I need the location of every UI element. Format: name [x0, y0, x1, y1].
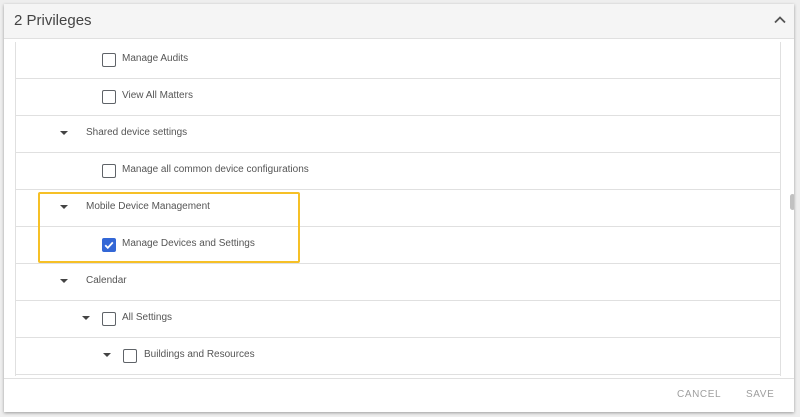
- manage-devices-and-settings-checkbox[interactable]: [102, 238, 116, 252]
- manage-common-device-configurations-checkbox[interactable]: [102, 164, 116, 178]
- group-label: Mobile Device Management: [86, 201, 210, 212]
- privilege-label: Buildings and Resources: [144, 349, 255, 360]
- panel-footer: CANCEL SAVE: [4, 378, 794, 412]
- privileges-header[interactable]: 2 Privileges: [4, 4, 794, 39]
- save-button[interactable]: SAVE: [746, 389, 774, 400]
- caret-down-icon[interactable]: [103, 353, 111, 357]
- caret-down-icon[interactable]: [60, 131, 68, 135]
- privilege-row-common-device-configurations: Manage all common device configurations: [16, 153, 780, 190]
- privilege-group-shared-device-settings: Shared device settings: [16, 116, 780, 153]
- group-label: Shared device settings: [86, 127, 188, 138]
- privilege-row-manage-devices-and-settings: Manage Devices and Settings: [16, 227, 780, 264]
- caret-down-icon[interactable]: [82, 316, 90, 320]
- privilege-label: Manage all common device configurations: [122, 164, 309, 175]
- all-settings-checkbox[interactable]: [102, 312, 116, 326]
- privilege-group-mobile-device-management: Mobile Device Management: [16, 190, 780, 227]
- check-icon: [104, 241, 114, 250]
- scrollbar-thumb[interactable]: [790, 194, 794, 210]
- group-label: Calendar: [86, 275, 127, 286]
- caret-down-icon[interactable]: [60, 279, 68, 283]
- privilege-label: Manage Audits: [122, 53, 189, 64]
- privilege-row-buildings-and-resources: Buildings and Resources: [16, 338, 780, 375]
- privileges-panel: 2 Privileges Manage Audits View All Matt…: [4, 4, 794, 412]
- privilege-row-all-settings: All Settings: [16, 301, 780, 338]
- privilege-label: Manage Devices and Settings: [122, 238, 255, 249]
- scrollbar[interactable]: [788, 42, 794, 376]
- chevron-up-icon[interactable]: [772, 12, 788, 28]
- caret-down-icon[interactable]: [60, 205, 68, 209]
- privilege-row-view-all-matters: View All Matters: [16, 79, 780, 116]
- privilege-label: View All Matters: [122, 90, 193, 101]
- buildings-and-resources-checkbox[interactable]: [123, 349, 137, 363]
- privilege-label: All Settings: [122, 312, 173, 323]
- privileges-list: Manage Audits View All Matters Shared de…: [15, 42, 781, 376]
- cancel-button[interactable]: CANCEL: [677, 389, 721, 400]
- privilege-row-manage-audits: Manage Audits: [16, 42, 780, 79]
- page-title: 2 Privileges: [14, 12, 92, 29]
- privilege-group-calendar: Calendar: [16, 264, 780, 301]
- manage-audits-checkbox[interactable]: [102, 53, 116, 67]
- view-all-matters-checkbox[interactable]: [102, 90, 116, 104]
